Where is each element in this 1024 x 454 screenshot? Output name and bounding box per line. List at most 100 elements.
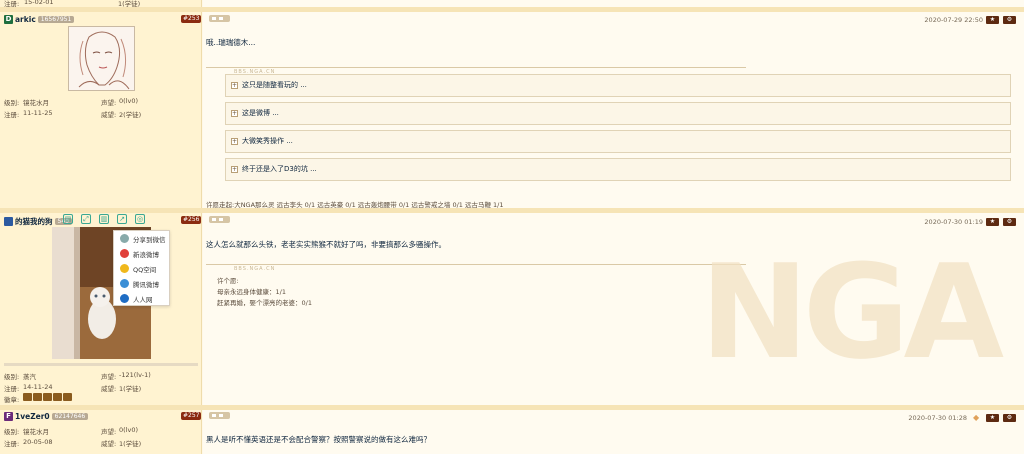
gear-icon[interactable]: ⚙	[1003, 218, 1016, 226]
collapse-block[interactable]: + 终于还是入了D3的坑 ...	[225, 158, 1011, 181]
share-renren[interactable]: 人人网	[114, 291, 169, 306]
reg-value: 11-11-25	[23, 109, 53, 117]
download-icon[interactable]: ▥	[99, 214, 109, 224]
user-panel: 注册: 15-02-01 1(学徒)	[0, 0, 202, 8]
star-icon[interactable]: ★	[986, 414, 999, 422]
floor-number[interactable]: #256	[181, 216, 202, 224]
share-weibo[interactable]: 新浪微博	[114, 246, 169, 261]
nga-watermark: NGA	[700, 236, 1004, 388]
renren-icon	[120, 294, 129, 303]
quick-action-button[interactable]	[209, 216, 230, 223]
post-content: 这人怎么就那么头铁，老老实实熊猴不就好了吗，非要搞那么多骚操作。	[206, 240, 446, 249]
quick-action-button[interactable]	[209, 412, 230, 419]
wish-line: 母亲永远身体健康：1/1	[217, 288, 286, 296]
level-label: 级别:	[4, 99, 20, 107]
post-row: D arkic 16567951 #253 级别: 镜花水月 声望: 0(lv0…	[0, 12, 1024, 210]
post-date: 2020-07-29 22:50	[924, 16, 983, 24]
avatar[interactable]	[68, 26, 135, 91]
collapse-title: 终于还是入了D3的坑 ...	[242, 165, 317, 173]
medal-label: 徽章:	[4, 396, 20, 404]
floor-number[interactable]: #253	[181, 15, 202, 23]
medal-icon[interactable]	[63, 393, 72, 401]
expand-icon: +	[231, 138, 238, 145]
reg-label: 注册:	[4, 440, 20, 448]
save-icon[interactable]: ▤	[63, 214, 73, 224]
post-date: 2020-07-30 01:28	[908, 414, 967, 422]
reg-label: 注册:	[4, 111, 20, 119]
avatar-sketch	[78, 31, 130, 90]
uid-badge: 16567951	[37, 16, 75, 23]
user-avatar-small	[4, 217, 13, 226]
prestige-label: 威望:	[101, 111, 117, 119]
tencent-weibo-icon	[120, 279, 129, 288]
wish-line: 赶紧再婚，娶个漂亮的老婆：0/1	[217, 299, 312, 307]
star-icon[interactable]: ★	[986, 16, 999, 24]
share-icon[interactable]: ↗	[117, 214, 127, 224]
settings-icon[interactable]: ◎	[135, 214, 145, 224]
post-body	[203, 0, 1024, 7]
rep-value: 0(lv0)	[119, 426, 138, 434]
level-value: 镜花水月	[23, 428, 49, 436]
collapse-title: 这只是随整看玩的 ...	[242, 81, 307, 89]
share-label: 人人网	[133, 295, 153, 304]
expand-icon: +	[231, 166, 238, 173]
post-content: 黑人是听不懂英语还是不会配合警察？按照警察说的做有这么难吗？	[206, 435, 431, 444]
collapse-block[interactable]: + 这只是随整看玩的 ...	[225, 74, 1011, 97]
prestige-label: 威望:	[101, 385, 117, 393]
share-label: 分享到微信	[133, 235, 166, 244]
prestige-value: 1(学徒)	[119, 440, 142, 448]
user-panel: F 1veZer0 62147646 #257 级别: 镜花水月 声望: 0(l…	[0, 410, 202, 454]
reg-value: 20-05-08	[23, 438, 53, 446]
reg-value: 15-02-01	[24, 0, 54, 6]
gear-icon[interactable]: ⚙	[1003, 16, 1016, 24]
medal-icon[interactable]	[33, 393, 42, 401]
qzone-icon	[120, 264, 129, 273]
username[interactable]: 的猫我的狗 540	[4, 216, 72, 227]
scrollbar[interactable]	[4, 363, 198, 366]
post-row: F 1veZer0 62147646 #257 级别: 镜花水月 声望: 0(l…	[0, 410, 1024, 454]
gear-icon[interactable]: ⚙	[1003, 414, 1016, 422]
username-text: 1veZer0	[15, 412, 50, 421]
medal-icon[interactable]	[23, 393, 32, 401]
weibo-icon	[120, 249, 129, 258]
user-panel: 的猫我的狗 540 #256 ▤ ⤢ ▥ ↗ ◎ 级别: 蒸汽 声望: -121…	[0, 213, 202, 405]
expand-icon[interactable]: ⤢	[81, 214, 91, 224]
level-value: 蒸汽	[23, 373, 36, 381]
username[interactable]: F 1veZer0 62147646	[4, 412, 89, 421]
prestige-value: 1(学徒)	[119, 385, 142, 393]
wechat-icon	[120, 234, 129, 243]
share-tencent-weibo[interactable]: 腾讯微博	[114, 276, 169, 291]
reg-label: 注册:	[4, 385, 20, 393]
collapse-title: 大微笑秀操作 ...	[242, 137, 293, 145]
rep-label: 声望:	[101, 428, 117, 436]
prestige-value: 2(学徒)	[119, 111, 142, 119]
share-label: QQ空间	[133, 265, 157, 274]
username-text: arkic	[15, 15, 36, 24]
reg-value: 14-11-24	[23, 383, 53, 391]
user-panel: D arkic 16567951 #253 级别: 镜花水月 声望: 0(lv0…	[0, 12, 202, 210]
share-wechat[interactable]: 分享到微信	[114, 231, 169, 246]
share-qzone[interactable]: QQ空间	[114, 261, 169, 276]
level-value: 镜花水月	[23, 99, 49, 107]
medal-icon[interactable]	[43, 393, 52, 401]
share-label: 腾讯微博	[133, 280, 159, 289]
collapse-block[interactable]: + 大微笑秀操作 ...	[225, 130, 1011, 153]
star-icon[interactable]: ★	[986, 218, 999, 226]
diamond-icon[interactable]: ◆	[973, 413, 979, 422]
wish-line: 许个愿:	[217, 277, 239, 285]
floor-number[interactable]: #257	[181, 412, 202, 420]
username-text: 的猫我的狗	[15, 217, 53, 226]
post-body	[203, 410, 1024, 454]
quick-action-button[interactable]	[209, 15, 230, 22]
expand-icon: +	[231, 110, 238, 117]
medal-icon[interactable]	[53, 393, 62, 401]
rep-label: 声望:	[101, 373, 117, 381]
username[interactable]: D arkic 16567951	[4, 15, 75, 24]
collapse-block[interactable]: + 这是微博 ...	[225, 102, 1011, 125]
rep-label: 声望:	[101, 99, 117, 107]
post-row-partial: 注册: 15-02-01 1(学徒)	[0, 0, 1024, 8]
level-label: 级别:	[4, 373, 20, 381]
post-date: 2020-07-30 01:19	[924, 218, 983, 226]
share-menu: 分享到微信 新浪微博 QQ空间 腾讯微博 人人网	[113, 230, 170, 306]
level-label: 级别:	[4, 428, 20, 436]
